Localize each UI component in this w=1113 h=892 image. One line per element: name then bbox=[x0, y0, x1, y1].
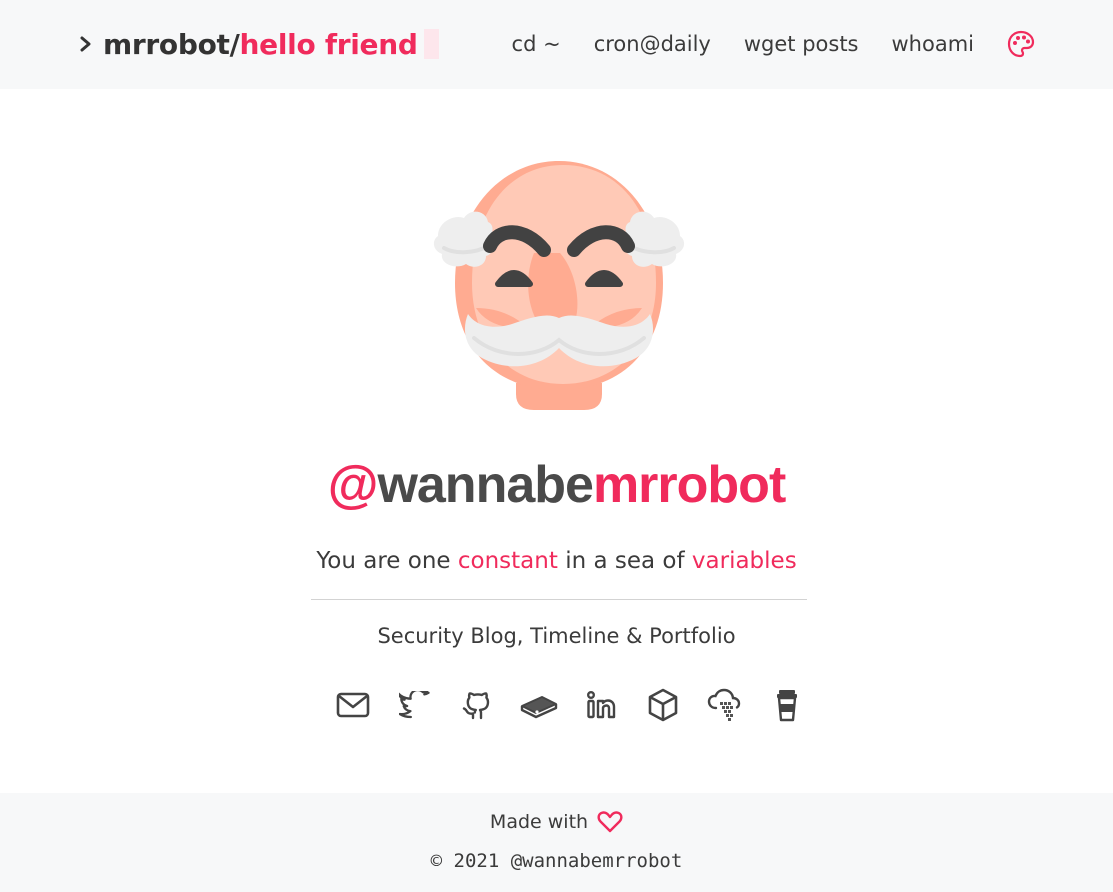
linkedin-link[interactable] bbox=[582, 688, 620, 726]
footer-bar bbox=[0, 793, 1113, 892]
nav-link-timeline[interactable]: cron@daily bbox=[594, 32, 711, 56]
coffee-link[interactable] bbox=[768, 688, 806, 726]
main-nav: cd ~ cron@daily wget posts whoami bbox=[479, 24, 1036, 64]
brand-tagline: hello friend bbox=[239, 27, 418, 61]
tagline-highlight-variables: variables bbox=[691, 548, 797, 574]
terminal-prompt-icon bbox=[79, 34, 97, 54]
site-logo-link[interactable]: mrrobot/ hello friend bbox=[79, 26, 439, 62]
handle-prefix: wannabe bbox=[377, 456, 593, 514]
box-icon bbox=[647, 688, 679, 726]
cloud-link[interactable] bbox=[706, 688, 744, 726]
palette-icon[interactable] bbox=[1006, 29, 1036, 59]
twitter-icon bbox=[395, 688, 431, 723]
book-icon bbox=[520, 690, 558, 724]
brand-name: mrrobot/ bbox=[103, 27, 240, 61]
twitter-link[interactable] bbox=[395, 688, 434, 726]
nav-link-home[interactable]: cd ~ bbox=[512, 32, 561, 56]
top-bar: mrrobot/ hello friend cd ~ cron@daily wg… bbox=[0, 0, 1113, 89]
made-with-text: Made with bbox=[489, 811, 589, 833]
coffee-cup-icon bbox=[774, 688, 800, 726]
copyright-text: © 2021 @wannabemrrobot bbox=[430, 850, 683, 872]
book-link[interactable] bbox=[520, 688, 558, 726]
site-description: Security Blog, Timeline & Portfolio bbox=[377, 624, 736, 648]
nav-link-posts[interactable]: wget posts bbox=[744, 32, 859, 56]
handle-suffix: mrrobot bbox=[592, 456, 786, 514]
box-link[interactable] bbox=[644, 688, 682, 726]
tagline-text-1: You are one bbox=[316, 548, 458, 574]
made-with-line: Made with bbox=[0, 811, 1113, 833]
cloud-icon bbox=[707, 688, 743, 726]
linkedin-icon bbox=[586, 690, 616, 724]
mr-robot-mask-avatar bbox=[430, 158, 688, 412]
social-links bbox=[334, 688, 806, 726]
section-divider bbox=[311, 599, 807, 600]
handle-at: @ bbox=[327, 456, 379, 514]
nav-link-about[interactable]: whoami bbox=[892, 32, 975, 56]
heart-icon bbox=[597, 811, 623, 833]
github-icon bbox=[461, 689, 493, 725]
email-icon bbox=[336, 692, 370, 722]
tagline: You are one constant in a sea of variabl… bbox=[0, 548, 1113, 574]
github-link[interactable] bbox=[458, 688, 496, 726]
email-link[interactable] bbox=[334, 688, 372, 726]
tagline-highlight-constant: constant bbox=[457, 548, 558, 574]
blinking-cursor bbox=[423, 29, 439, 59]
profile-handle: @wannabemrrobot bbox=[0, 455, 1113, 515]
tagline-text-2: in a sea of bbox=[557, 548, 692, 574]
